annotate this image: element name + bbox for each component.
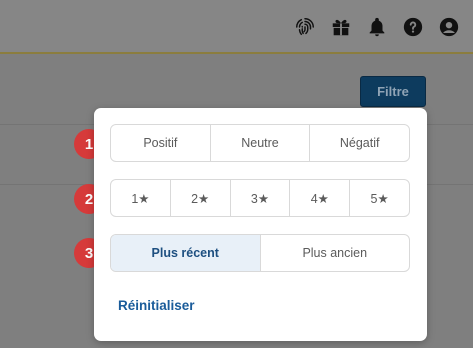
user-icon[interactable]: [437, 15, 461, 39]
filter-popover: Positif Neutre Négatif 1★ 2★ 3★ 4★ 5★ Pl…: [94, 108, 427, 341]
sort-option-newest[interactable]: Plus récent: [111, 235, 260, 271]
sentiment-filter-group: Positif Neutre Négatif: [110, 124, 410, 162]
rating-option-3[interactable]: 3★: [229, 180, 290, 216]
sentiment-option-positive[interactable]: Positif: [111, 125, 210, 161]
filter-button[interactable]: Filtre: [360, 76, 426, 107]
sort-option-oldest[interactable]: Plus ancien: [259, 235, 410, 271]
header-icons: [293, 15, 461, 39]
bell-icon[interactable]: [365, 15, 389, 39]
fingerprint-icon[interactable]: [293, 15, 317, 39]
top-header: [0, 0, 473, 54]
rating-option-4[interactable]: 4★: [289, 180, 349, 216]
rating-option-5[interactable]: 5★: [349, 180, 409, 216]
sentiment-option-negative[interactable]: Négatif: [309, 125, 409, 161]
rating-filter-group: 1★ 2★ 3★ 4★ 5★: [110, 179, 410, 217]
reset-filters-link[interactable]: Réinitialiser: [118, 298, 195, 313]
sort-order-group: Plus récent Plus ancien: [110, 234, 410, 272]
rating-option-2[interactable]: 2★: [169, 180, 230, 216]
rating-option-1[interactable]: 1★: [111, 180, 170, 216]
help-icon[interactable]: [401, 15, 425, 39]
gift-icon[interactable]: [329, 15, 353, 39]
sentiment-option-neutral[interactable]: Neutre: [209, 125, 310, 161]
